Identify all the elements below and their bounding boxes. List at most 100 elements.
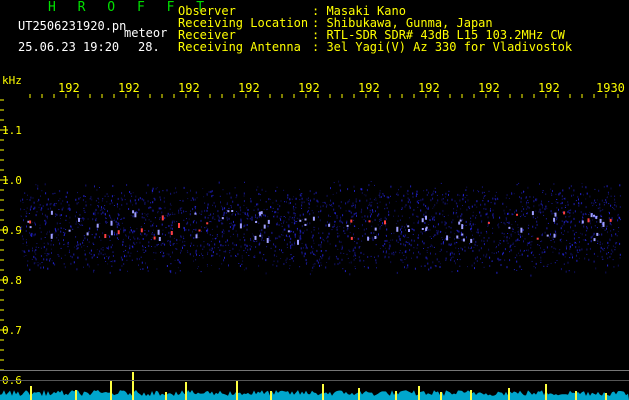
noise-pixel bbox=[338, 240, 340, 243]
noise-pixel bbox=[458, 238, 460, 239]
noise-pixel bbox=[177, 267, 179, 269]
noise-pixel bbox=[221, 205, 223, 207]
noise-pixel bbox=[22, 238, 24, 241]
noise-pixel bbox=[33, 201, 35, 204]
noise-pixel bbox=[395, 251, 397, 253]
noise-pixel bbox=[311, 231, 312, 233]
noise-pixel bbox=[495, 191, 497, 193]
noise-pixel bbox=[441, 221, 443, 224]
signal-speck bbox=[157, 229, 160, 235]
signal-speck bbox=[384, 220, 386, 225]
noise-pixel bbox=[565, 270, 567, 273]
signal-speck bbox=[350, 236, 353, 240]
signal-speck bbox=[407, 225, 410, 228]
noise-pixel bbox=[278, 235, 280, 238]
noise-pixel bbox=[155, 251, 157, 254]
noise-pixel bbox=[356, 214, 357, 217]
noise-pixel bbox=[537, 216, 539, 218]
noise-pixel bbox=[76, 248, 78, 250]
noise-pixel bbox=[509, 251, 510, 253]
noise-pixel bbox=[163, 252, 165, 255]
detection-bar bbox=[322, 384, 324, 400]
noise-pixel bbox=[458, 250, 460, 252]
noise-pixel bbox=[177, 259, 179, 261]
noise-pixel bbox=[412, 195, 414, 198]
noise-pixel bbox=[131, 259, 133, 261]
noise-pixel bbox=[194, 198, 196, 201]
noise-pixel bbox=[403, 194, 405, 197]
noise-pixel bbox=[159, 218, 160, 220]
noise-pixel bbox=[329, 205, 331, 206]
noise-pixel bbox=[561, 232, 562, 234]
noise-pixel bbox=[483, 254, 485, 257]
noise-pixel bbox=[24, 192, 26, 194]
noise-pixel bbox=[274, 211, 275, 214]
noise-pixel bbox=[232, 213, 234, 215]
noise-pixel bbox=[549, 236, 551, 239]
noise-pixel bbox=[233, 244, 235, 246]
noise-pixel bbox=[380, 219, 382, 221]
noise-pixel bbox=[363, 260, 365, 262]
noise-pixel bbox=[295, 222, 297, 224]
noise-pixel bbox=[95, 200, 97, 202]
noise-pixel bbox=[163, 200, 165, 203]
noise-pixel bbox=[49, 259, 51, 262]
noise-pixel bbox=[214, 243, 216, 246]
noise-pixel bbox=[178, 211, 180, 214]
noise-pixel bbox=[428, 268, 430, 271]
noise-pixel bbox=[195, 228, 197, 231]
noise-pixel bbox=[106, 255, 108, 257]
noise-pixel bbox=[281, 249, 282, 252]
noise-pixel bbox=[20, 199, 22, 202]
noise-pixel bbox=[301, 201, 303, 204]
noise-pixel bbox=[34, 223, 36, 226]
noise-pixel bbox=[110, 246, 112, 249]
noise-pixel bbox=[472, 234, 473, 236]
noise-pixel bbox=[136, 250, 138, 252]
noise-pixel bbox=[558, 252, 560, 255]
noise-pixel bbox=[37, 187, 39, 190]
noise-pixel bbox=[521, 269, 523, 270]
noise-pixel bbox=[487, 216, 489, 219]
signal-speck bbox=[134, 212, 137, 218]
noise-pixel bbox=[560, 203, 562, 205]
noise-pixel bbox=[565, 216, 567, 218]
noise-pixel bbox=[312, 248, 314, 250]
noise-pixel bbox=[317, 261, 319, 264]
noise-pixel bbox=[108, 257, 109, 260]
noise-pixel bbox=[226, 193, 228, 195]
noise-pixel bbox=[176, 248, 178, 250]
signal-speck bbox=[350, 219, 353, 223]
noise-pixel bbox=[512, 213, 514, 215]
noise-pixel bbox=[175, 272, 177, 275]
noise-pixel bbox=[352, 202, 354, 205]
noise-pixel bbox=[455, 247, 457, 249]
noise-pixel bbox=[281, 225, 283, 227]
noise-pixel bbox=[316, 205, 318, 207]
noise-pixel bbox=[40, 208, 42, 211]
noise-pixel bbox=[353, 233, 354, 236]
noise-pixel bbox=[132, 215, 134, 218]
noise-pixel bbox=[184, 229, 186, 232]
noise-pixel bbox=[355, 200, 357, 203]
noise-pixel bbox=[219, 240, 221, 243]
noise-pixel bbox=[406, 223, 408, 226]
noise-pixel bbox=[404, 266, 405, 269]
noise-pixel bbox=[396, 271, 398, 274]
noise-pixel bbox=[141, 261, 143, 264]
noise-pixel bbox=[23, 209, 25, 210]
noise-pixel bbox=[85, 204, 87, 207]
noise-pixel bbox=[244, 239, 246, 242]
noise-pixel bbox=[179, 200, 181, 201]
noise-pixel bbox=[294, 241, 295, 244]
noise-pixel bbox=[59, 242, 61, 245]
noise-pixel bbox=[121, 222, 123, 224]
noise-pixel bbox=[293, 222, 295, 225]
noise-pixel bbox=[523, 190, 524, 193]
noise-pixel bbox=[433, 234, 435, 236]
noise-pixel bbox=[147, 266, 148, 269]
noise-pixel bbox=[613, 266, 615, 268]
noise-pixel bbox=[185, 229, 187, 231]
noise-pixel bbox=[274, 244, 276, 246]
noise-pixel bbox=[161, 208, 162, 210]
